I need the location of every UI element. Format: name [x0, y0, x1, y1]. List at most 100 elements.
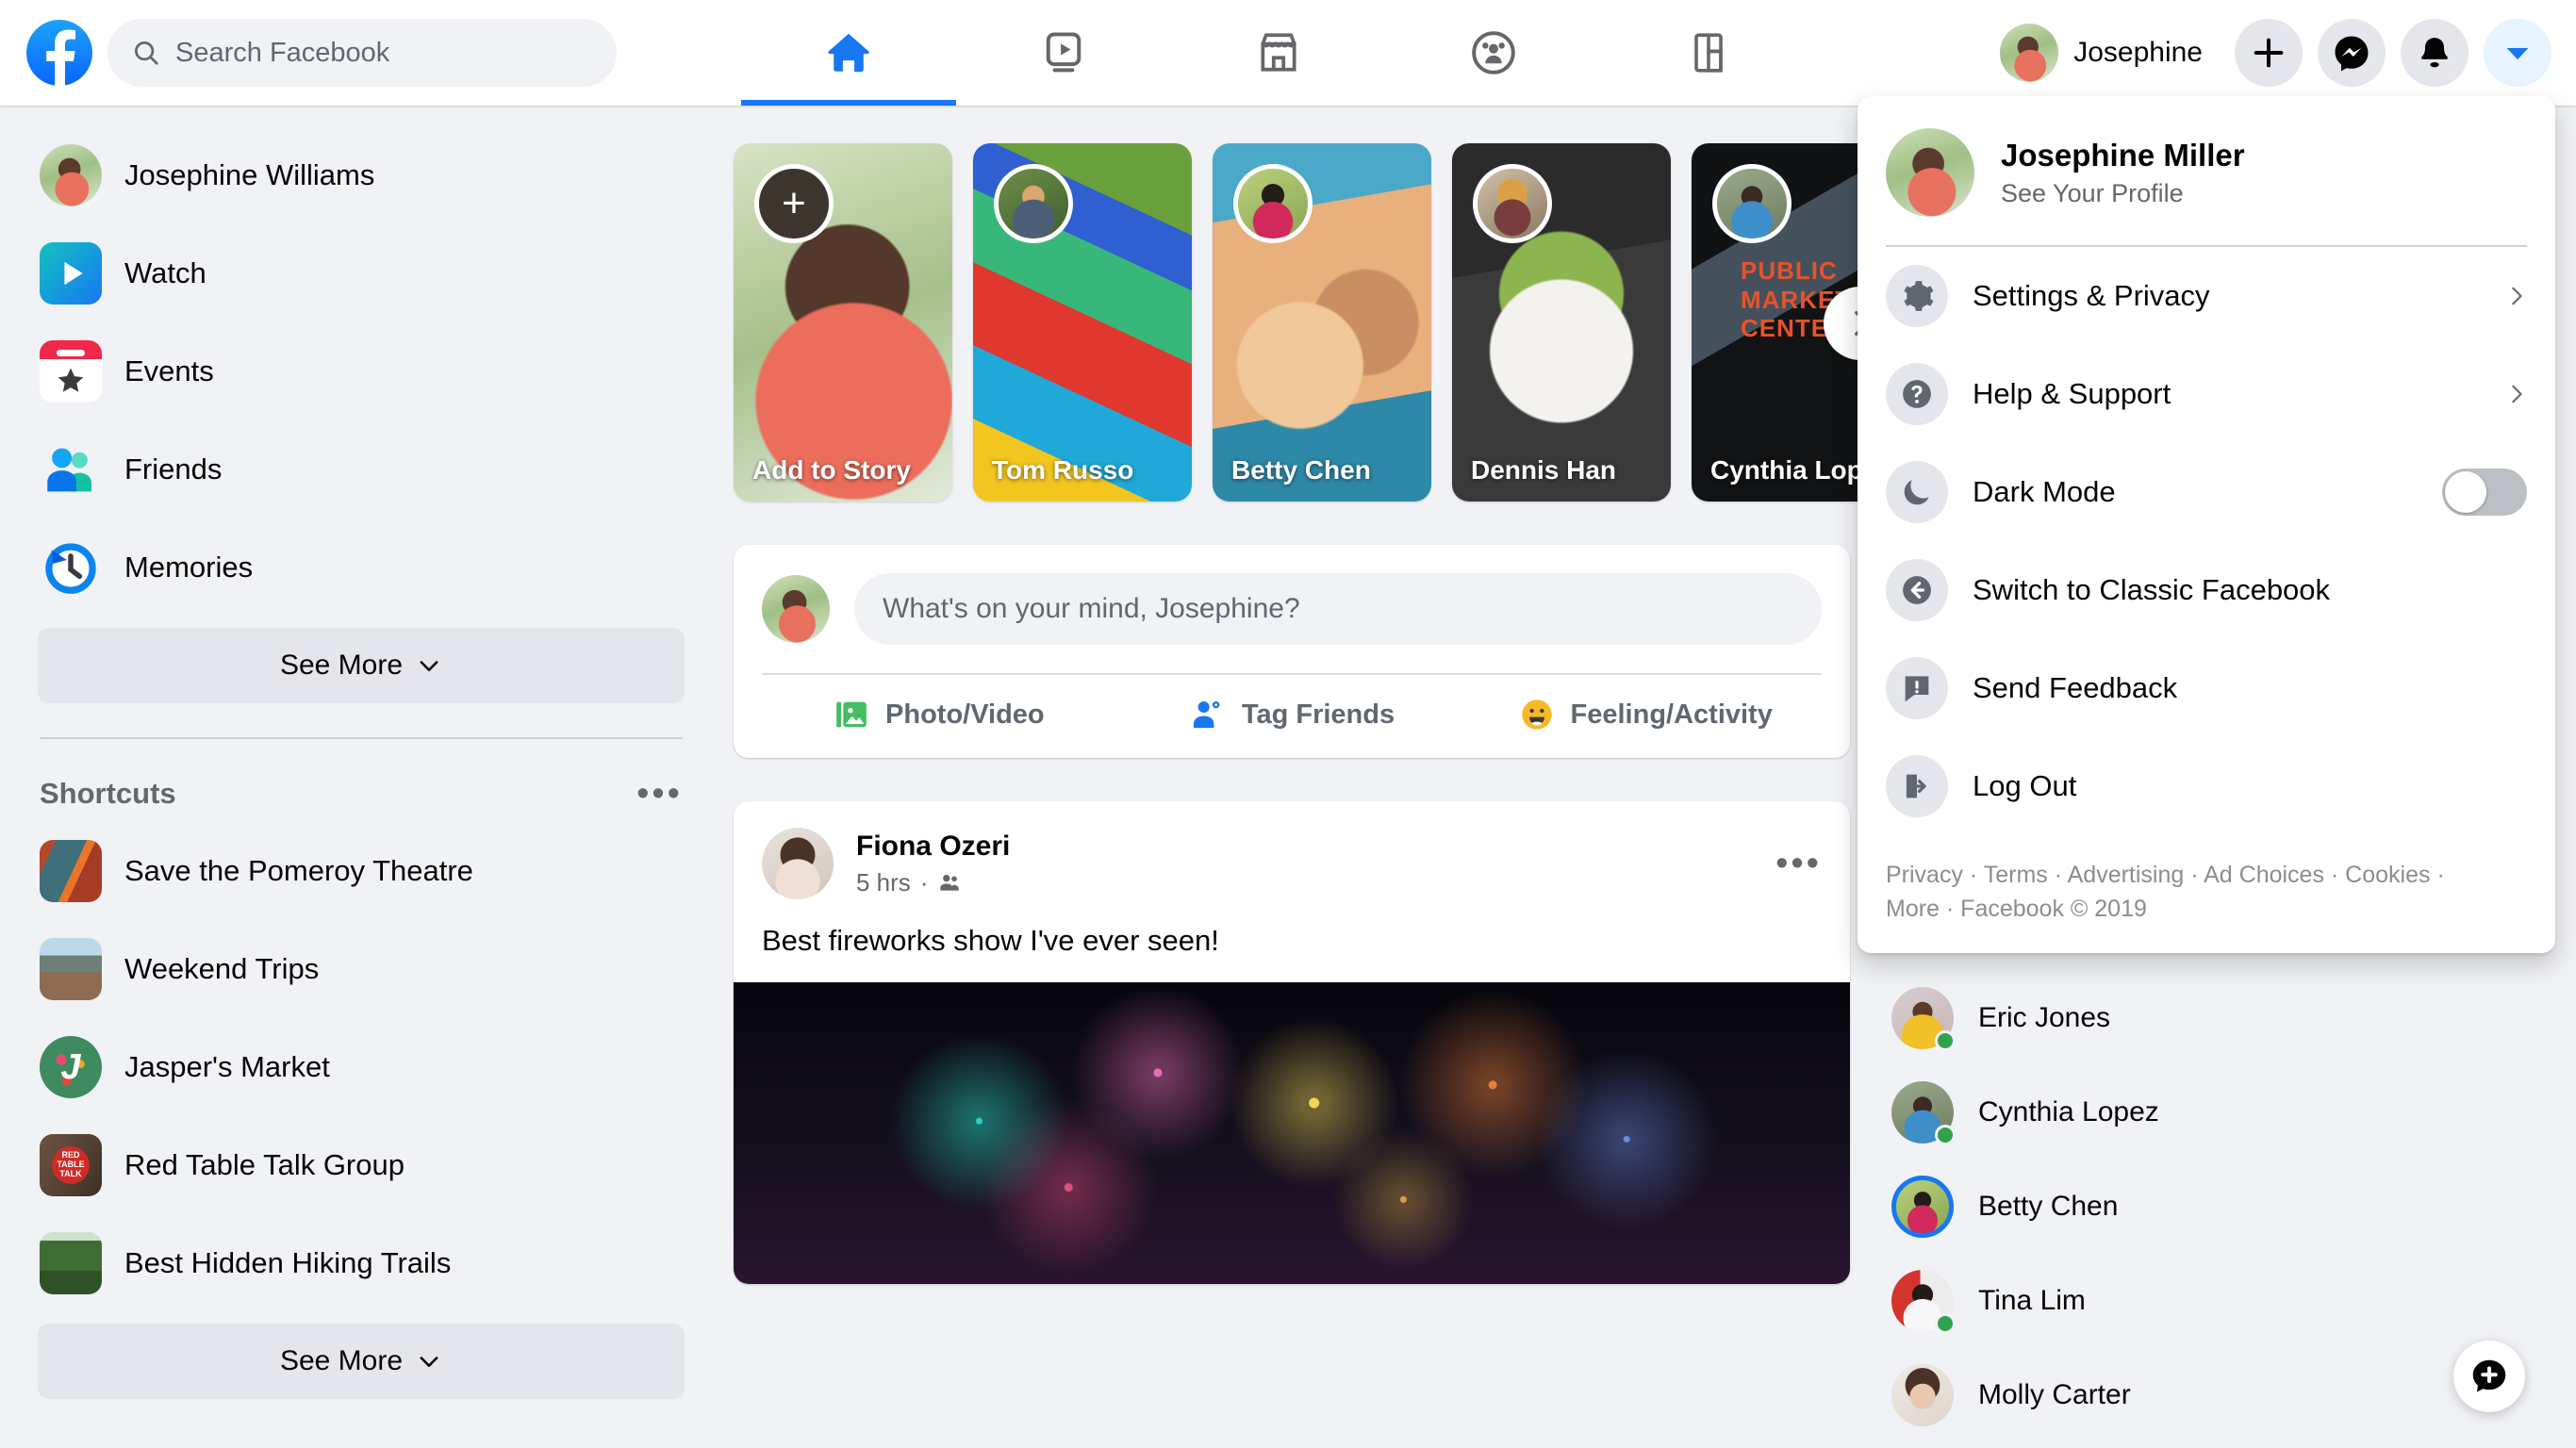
shortcut-label: Best Hidden Hiking Trails — [124, 1246, 452, 1279]
story-card-add-to-story[interactable]: + Add to Story — [734, 143, 952, 502]
story-label: Betty Chen — [1231, 454, 1371, 485]
post-author-name[interactable]: Fiona Ozeri — [856, 831, 1775, 863]
avatar — [1712, 164, 1792, 243]
new-message-icon — [2472, 1359, 2506, 1392]
post-options-ellipsis-icon[interactable]: ••• — [1775, 846, 1822, 881]
top-navigation-bar: Search Facebook Josephine — [0, 0, 2576, 106]
menu-item-settings-privacy[interactable]: Settings & Privacy — [1858, 247, 2555, 345]
shortcuts-title: Shortcuts — [40, 777, 176, 810]
toggle-knob — [2445, 471, 2486, 513]
account-menu-button[interactable] — [2484, 19, 2551, 87]
sidebar-divider — [40, 737, 683, 739]
logout-icon — [1886, 755, 1948, 817]
composer-feeling-activity-button[interactable]: Feeling/Activity — [1468, 696, 1822, 733]
search-input[interactable]: Search Facebook — [107, 19, 617, 87]
shortcut-thumbnail — [40, 1232, 102, 1294]
online-status-dot — [1935, 1125, 1956, 1145]
menu-item-send-feedback[interactable]: Send Feedback — [1858, 639, 2555, 737]
story-card-tom-russo[interactable]: Tom Russo — [973, 143, 1192, 502]
profile-shortcut-button[interactable]: Josephine — [1992, 16, 2220, 90]
feed-post-card: Fiona Ozeri 5 hrs · ••• Best fireworks s… — [734, 801, 1850, 1284]
contact-item-eric-jones[interactable]: Eric Jones — [1878, 971, 2544, 1065]
sidebar-item-friends[interactable]: Friends — [26, 420, 696, 518]
search-icon — [135, 41, 158, 65]
shortcut-item-red-table-talk[interactable]: RED TABLE TALK Red Table Talk Group — [26, 1116, 696, 1214]
menu-profile-header[interactable]: Josephine Miller See Your Profile — [1858, 113, 2555, 245]
groups-icon — [1472, 31, 1515, 74]
footer-line-1[interactable]: Privacy · Terms · Advertising · Ad Choic… — [1886, 858, 2527, 892]
menu-item-dark-mode[interactable]: Dark Mode — [1858, 443, 2555, 541]
shortcut-item-jaspers-market[interactable]: J Jasper's Market — [26, 1018, 696, 1116]
sidebar-see-more-button[interactable]: See More — [38, 628, 685, 703]
story-card-betty-chen[interactable]: Betty Chen — [1213, 143, 1431, 502]
story-label: Add to Story — [752, 454, 911, 485]
shortcut-label: Red Table Talk Group — [124, 1148, 405, 1181]
post-timestamp: 5 hrs — [856, 867, 911, 897]
create-button[interactable] — [2235, 19, 2303, 87]
menu-item-label: Help & Support — [1973, 377, 2171, 410]
menu-item-log-out[interactable]: Log Out — [1858, 737, 2555, 835]
story-card-dennis-han[interactable]: Dennis Han — [1452, 143, 1671, 502]
nav-tab-marketplace[interactable] — [1171, 0, 1386, 106]
post-image-fireworks[interactable] — [734, 982, 1850, 1284]
watch-video-icon — [1046, 32, 1082, 73]
menu-item-help-support[interactable]: Help & Support — [1858, 345, 2555, 443]
contact-name: Betty Chen — [1978, 1191, 2119, 1222]
post-header: Fiona Ozeri 5 hrs · ••• — [734, 801, 1850, 899]
facebook-logo[interactable] — [26, 20, 92, 86]
see-more-label: See More — [279, 1345, 404, 1376]
nav-tab-watch[interactable] — [956, 0, 1171, 106]
meta-dot-separator: · — [919, 867, 929, 897]
composer-photo-video-button[interactable]: Photo/Video — [762, 696, 1115, 733]
arrow-left-icon — [1886, 559, 1948, 621]
menu-footer-links: Privacy · Terms · Advertising · Ad Choic… — [1858, 835, 2555, 953]
chevron-right-icon — [1855, 310, 1858, 337]
story-label: Dennis Han — [1471, 454, 1617, 485]
shortcut-item-weekend-trips[interactable]: Weekend Trips — [26, 920, 696, 1018]
nav-tab-groups[interactable] — [1386, 0, 1601, 106]
composer-placeholder: What's on your mind, Josephine? — [883, 593, 1300, 624]
shortcut-item-hiking-trails[interactable]: Best Hidden Hiking Trails — [26, 1214, 696, 1312]
sidebar-item-memories[interactable]: Memories — [26, 518, 696, 617]
contact-name: Molly Carter — [1978, 1379, 2131, 1410]
contact-name: Eric Jones — [1978, 1002, 2111, 1033]
nav-tab-gaming[interactable] — [1601, 0, 1816, 106]
contact-item-betty-chen[interactable]: Betty Chen — [1878, 1160, 2544, 1254]
composer-action-label: Feeling/Activity — [1570, 699, 1773, 730]
shortcut-item-pomeroy[interactable]: Save the Pomeroy Theatre — [26, 822, 696, 920]
messenger-button[interactable] — [2318, 19, 2386, 87]
photo-video-icon — [836, 701, 867, 728]
shortcuts-ellipsis-icon[interactable]: ••• — [636, 776, 683, 812]
avatar — [1886, 128, 1974, 217]
post-composer-card: What's on your mind, Josephine? Photo/Vi… — [734, 545, 1850, 758]
menu-item-label: Dark Mode — [1973, 475, 2116, 508]
menu-item-switch-classic-facebook[interactable]: Switch to Classic Facebook — [1858, 541, 2555, 639]
avatar[interactable] — [762, 828, 834, 899]
contact-item-tina-lim[interactable]: Tina Lim — [1878, 1254, 2544, 1348]
shortcut-thumbnail — [40, 840, 102, 902]
footer-line-2[interactable]: More · Facebook © 2019 — [1886, 892, 2527, 926]
shortcut-label: Weekend Trips — [124, 952, 320, 985]
notifications-button[interactable] — [2401, 19, 2469, 87]
shortcut-thumbnail — [40, 938, 102, 1000]
dark-mode-toggle[interactable] — [2442, 469, 2527, 516]
story-label: Tom Russo — [992, 454, 1134, 485]
sidebar-item-watch[interactable]: Watch — [26, 224, 696, 322]
see-more-label: See More — [279, 650, 404, 681]
shortcut-label: Jasper's Market — [124, 1050, 330, 1083]
sidebar-item-events[interactable]: Events — [26, 322, 696, 420]
contact-item-cynthia-lopez[interactable]: Cynthia Lopez — [1878, 1065, 2544, 1160]
topbar-nav-tabs — [741, 0, 1816, 106]
shortcuts-see-more-button[interactable]: See More — [38, 1324, 685, 1399]
nav-tab-home[interactable] — [741, 0, 956, 106]
sidebar-item-profile[interactable]: Josephine Williams — [26, 126, 696, 224]
composer-input[interactable]: What's on your mind, Josephine? — [854, 573, 1822, 645]
composer-action-label: Photo/Video — [885, 699, 1045, 730]
gear-icon — [1886, 265, 1948, 327]
contact-item-molly-carter[interactable]: Molly Carter — [1878, 1348, 2544, 1442]
new-message-fab[interactable] — [2453, 1341, 2525, 1412]
composer-tag-friends-button[interactable]: Tag Friends — [1115, 696, 1469, 733]
menu-item-label: Send Feedback — [1973, 671, 2178, 704]
memories-clock-icon — [40, 536, 102, 599]
chevron-right-icon — [2512, 385, 2522, 403]
